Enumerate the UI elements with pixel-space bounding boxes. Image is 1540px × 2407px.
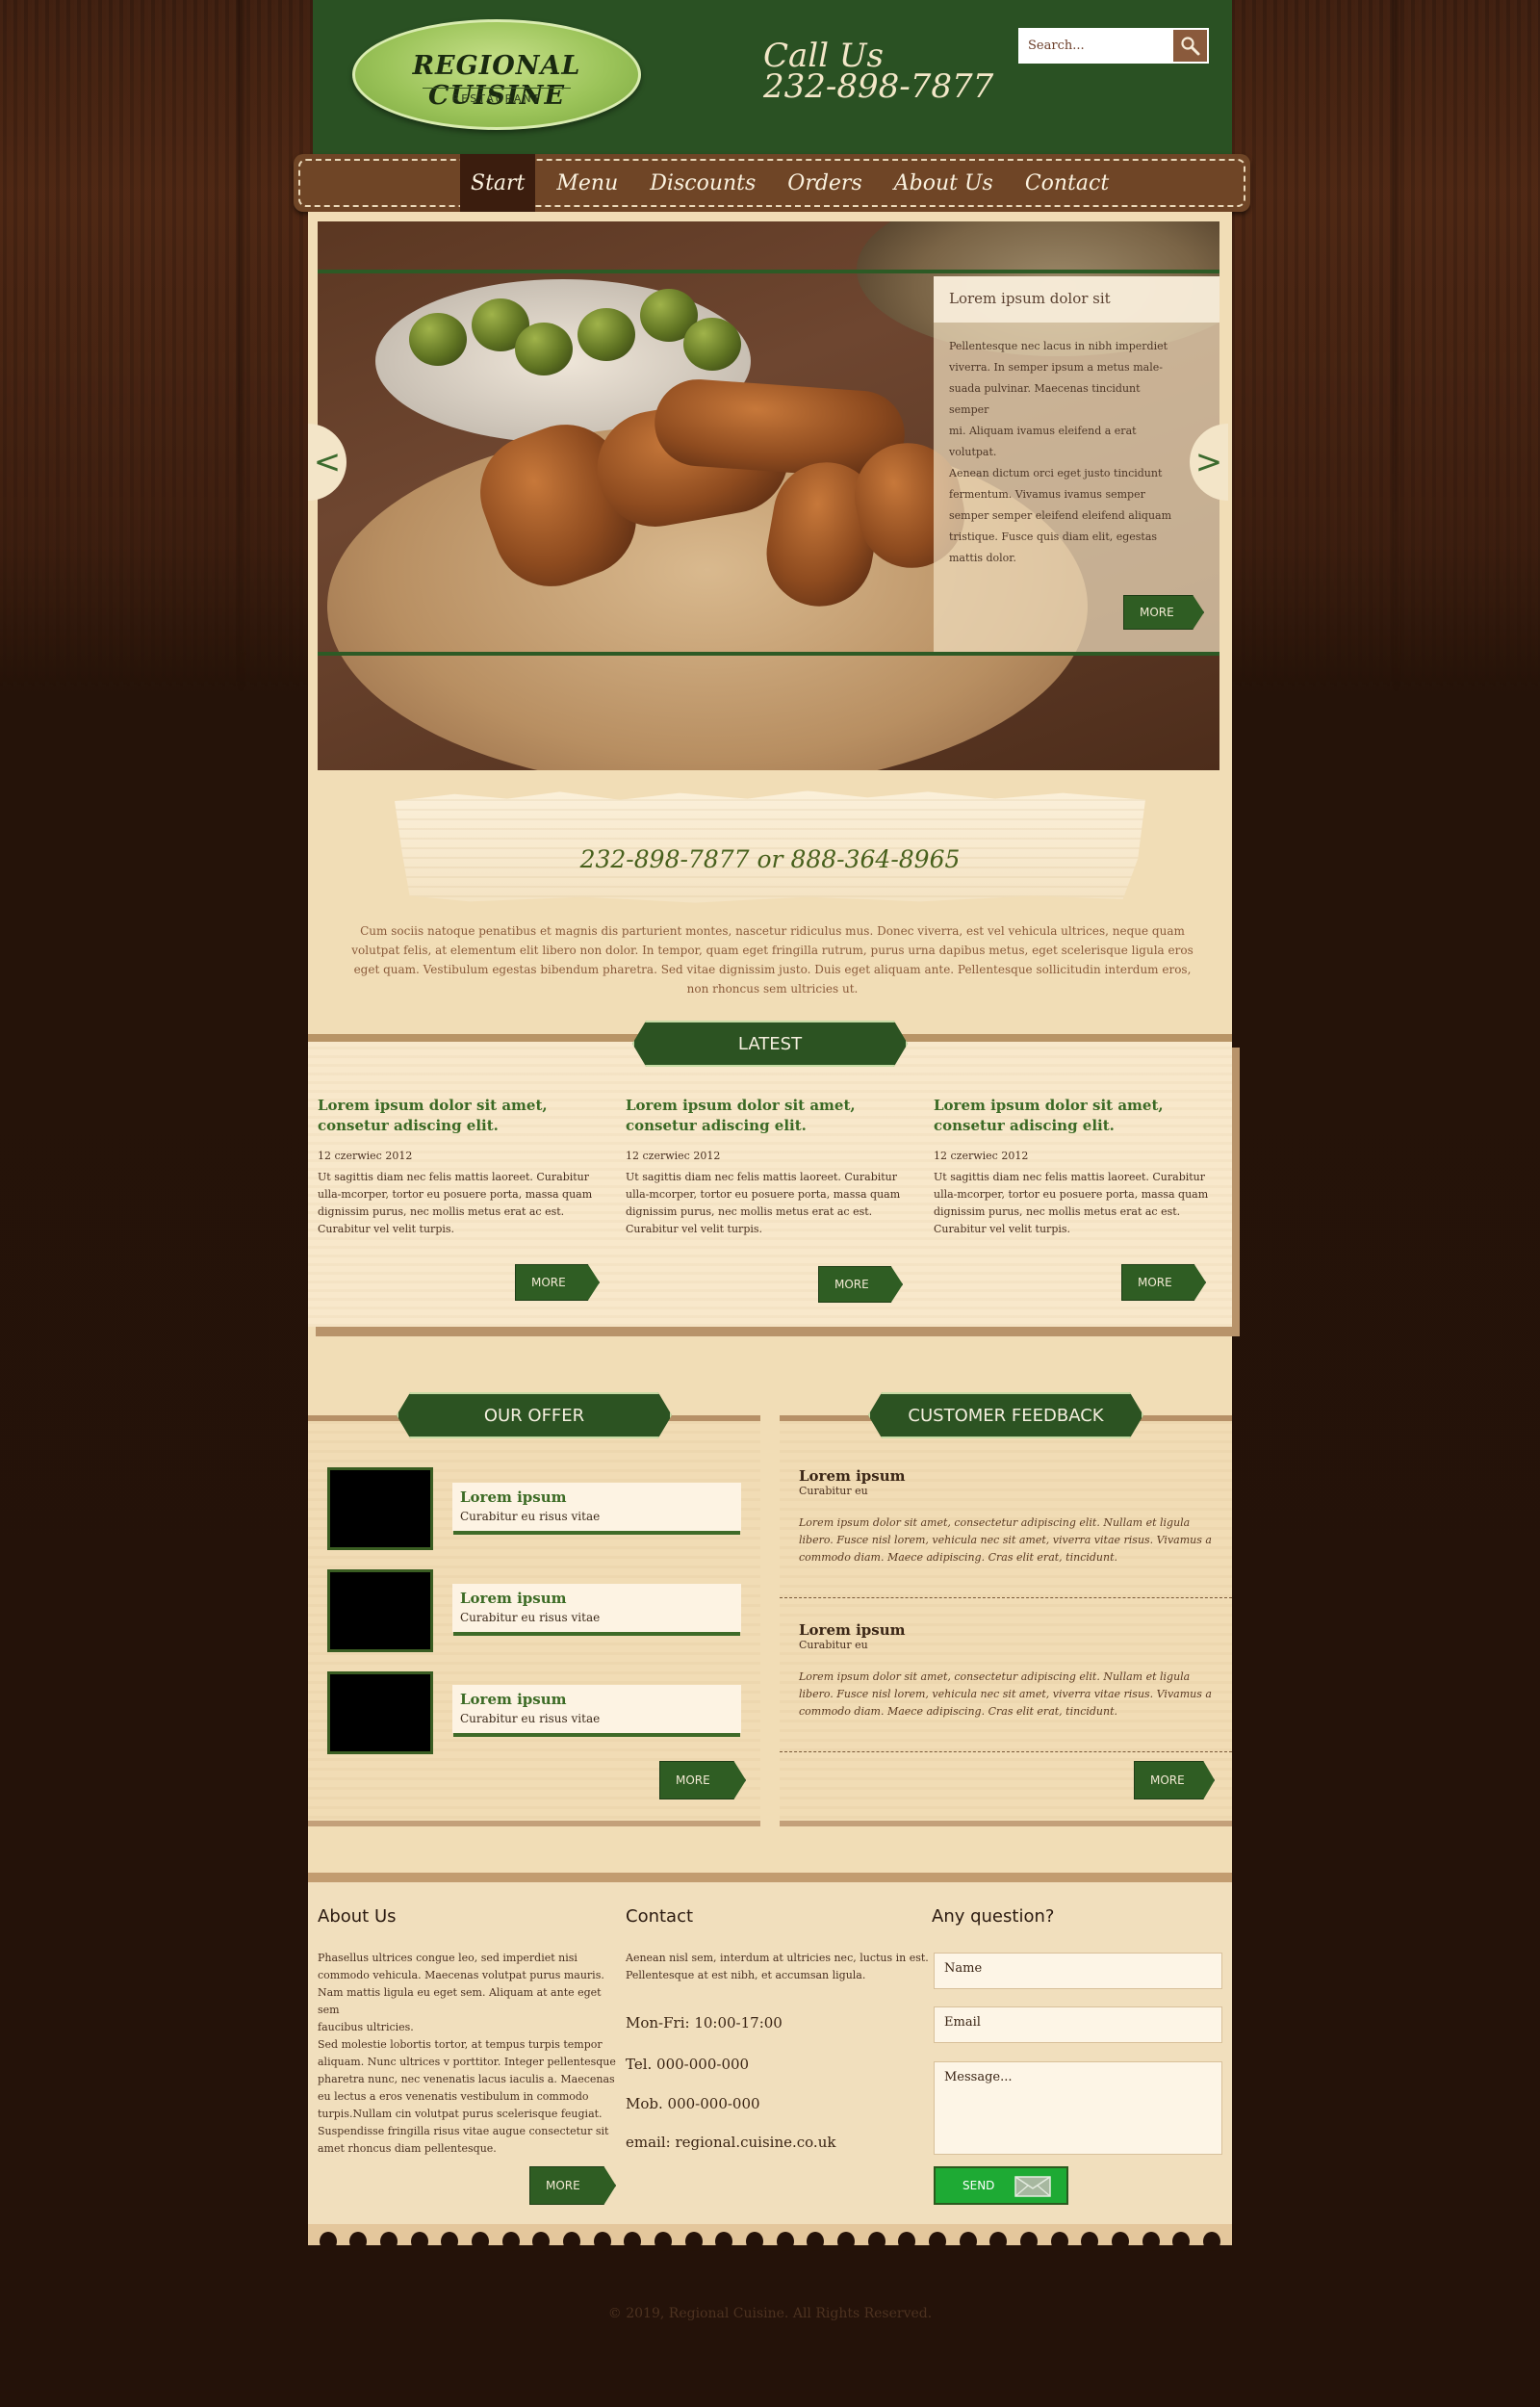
latest-post: Lorem ipsum dolor sit amet, consetur adi… bbox=[934, 1096, 1222, 1238]
call-us-number: 232-898-7877 bbox=[763, 67, 994, 106]
send-label: SEND bbox=[962, 2179, 995, 2192]
post-title[interactable]: Lorem ipsum dolor sit amet, consetur adi… bbox=[318, 1096, 606, 1136]
nav-item-menu[interactable]: Menu bbox=[546, 154, 629, 212]
offer-card[interactable]: Lorem ipsum Curabitur eu risus vitae bbox=[452, 1584, 741, 1632]
post-excerpt: Ut sagittis diam nec felis mattis laoree… bbox=[318, 1171, 593, 1235]
offer-thumbnail[interactable] bbox=[327, 1467, 433, 1550]
feedback-quote: Lorem ipsum dolor sit amet, consectetur … bbox=[799, 1670, 1212, 1718]
feedback-more-button[interactable]: MORE bbox=[1134, 1761, 1215, 1799]
search-icon bbox=[1180, 36, 1199, 55]
our-offer-heading: OUR OFFER bbox=[397, 1392, 672, 1438]
footer-hours: Mon-Fri: 10:00-17:00 bbox=[626, 2014, 783, 2032]
offer-thumbnail[interactable] bbox=[327, 1671, 433, 1754]
post-date: 12 czerwiec 2012 bbox=[934, 1150, 1029, 1162]
call-us-block: Call Us 232-898-7877 bbox=[763, 39, 994, 106]
message-field[interactable]: Message... bbox=[934, 2061, 1222, 2155]
feedback-role: Curabitur eu bbox=[799, 1485, 868, 1497]
footer-about-heading: About Us bbox=[318, 1906, 397, 1927]
slider-bottom-line bbox=[318, 652, 1219, 656]
offer-title: Lorem ipsum bbox=[460, 1488, 567, 1506]
slide-caption-text: Pellentesque nec lacus in nibh imperdiet… bbox=[949, 340, 1172, 564]
post-date: 12 czerwiec 2012 bbox=[318, 1150, 413, 1162]
logo-divider bbox=[423, 88, 571, 89]
offer-subtitle: Curabitur eu risus vitae bbox=[460, 1712, 601, 1725]
post-date: 12 czerwiec 2012 bbox=[626, 1150, 721, 1162]
slide-olive bbox=[683, 318, 741, 371]
offer-card[interactable]: Lorem ipsum Curabitur eu risus vitae bbox=[452, 1685, 741, 1733]
logo-subtitle: RESTAURANT bbox=[451, 92, 542, 105]
post-title[interactable]: Lorem ipsum dolor sit amet, consetur adi… bbox=[934, 1096, 1222, 1136]
feedback-divider bbox=[780, 1597, 1232, 1598]
phone-numbers: 232-898-7877 or 888-364-8965 bbox=[579, 845, 961, 873]
footer-about-text: Phasellus ultrices congue leo, sed imper… bbox=[318, 1952, 616, 2155]
nav-item-contact[interactable]: Contact bbox=[1014, 154, 1119, 212]
hero-slider: Lorem ipsum dolor sit Pellentesque nec l… bbox=[318, 221, 1219, 770]
latest-heading: LATEST bbox=[632, 1021, 908, 1067]
nav-item-start[interactable]: Start bbox=[460, 154, 536, 212]
offer-card[interactable]: Lorem ipsum Curabitur eu risus vitae bbox=[452, 1483, 741, 1531]
feedback-quote: Lorem ipsum dolor sit amet, consectetur … bbox=[799, 1516, 1212, 1564]
customer-feedback-heading: CUSTOMER FEEDBACK bbox=[868, 1392, 1143, 1438]
nav-items: Start Menu Discounts Orders About Us Con… bbox=[460, 154, 1130, 212]
footer-contact-text: Aenean nisl sem, interdum at ultricies n… bbox=[626, 1952, 929, 1981]
search-box bbox=[1018, 28, 1209, 64]
send-button[interactable]: SEND bbox=[934, 2166, 1068, 2205]
slide-olive bbox=[578, 308, 635, 361]
offer-subtitle: Curabitur eu risus vitae bbox=[460, 1611, 601, 1624]
slider-top-line bbox=[318, 270, 1219, 273]
slider-more-button[interactable]: MORE bbox=[1123, 595, 1204, 630]
offer-title: Lorem ipsum bbox=[460, 1691, 567, 1708]
footer-email[interactable]: email: regional.cuisine.co.uk bbox=[626, 2134, 835, 2151]
feedback-divider bbox=[780, 1751, 1232, 1752]
footer-mob: Mob. 000-000-000 bbox=[626, 2095, 760, 2112]
offer-subtitle: Curabitur eu risus vitae bbox=[460, 1510, 601, 1523]
feedback-name: Lorem ipsum bbox=[799, 1467, 906, 1485]
post-more-button[interactable]: MORE bbox=[515, 1264, 600, 1301]
footer-tel: Tel. 000-000-000 bbox=[626, 2056, 750, 2073]
site-logo[interactable]: REGIONAL CUISINE RESTAURANT bbox=[352, 19, 641, 130]
feedback-name: Lorem ipsum bbox=[799, 1621, 906, 1639]
nav-item-orders[interactable]: Orders bbox=[777, 154, 872, 212]
slide-olive bbox=[515, 323, 573, 375]
footer-question-heading: Any question? bbox=[932, 1906, 1055, 1927]
post-more-button[interactable]: MORE bbox=[1121, 1264, 1206, 1301]
footer-scalloped-edge bbox=[308, 2232, 1232, 2251]
footer-about-more-button[interactable]: MORE bbox=[529, 2166, 616, 2205]
search-button[interactable] bbox=[1173, 30, 1207, 62]
email-field[interactable]: Email bbox=[934, 2006, 1222, 2043]
latest-post: Lorem ipsum dolor sit amet, consetur adi… bbox=[626, 1096, 914, 1238]
post-title[interactable]: Lorem ipsum dolor sit amet, consetur adi… bbox=[626, 1096, 914, 1136]
post-more-button[interactable]: MORE bbox=[818, 1266, 903, 1303]
offer-more-button[interactable]: MORE bbox=[659, 1761, 746, 1799]
feedback-item: Lorem ipsum Curabitur eu Lorem ipsum dol… bbox=[799, 1467, 1213, 1566]
latest-post: Lorem ipsum dolor sit amet, consetur adi… bbox=[318, 1096, 606, 1238]
search-input[interactable] bbox=[1020, 30, 1174, 62]
slide-olive bbox=[409, 313, 467, 366]
name-field[interactable]: Name bbox=[934, 1953, 1222, 1989]
nav-item-discounts[interactable]: Discounts bbox=[639, 154, 766, 212]
post-excerpt: Ut sagittis diam nec felis mattis laoree… bbox=[626, 1171, 901, 1235]
feedback-item: Lorem ipsum Curabitur eu Lorem ipsum dol… bbox=[799, 1621, 1213, 1721]
envelope-icon bbox=[1014, 2176, 1051, 2197]
copyright: © 2019, Regional Cuisine. All Rights Res… bbox=[607, 2306, 933, 2321]
main-nav: Start Menu Discounts Orders About Us Con… bbox=[294, 154, 1250, 212]
offer-thumbnail[interactable] bbox=[327, 1569, 433, 1652]
post-excerpt: Ut sagittis diam nec felis mattis laoree… bbox=[934, 1171, 1209, 1235]
feedback-role: Curabitur eu bbox=[799, 1639, 868, 1651]
slide-caption-title: Lorem ipsum dolor sit bbox=[934, 276, 1219, 323]
nav-item-about[interactable]: About Us bbox=[884, 154, 1004, 212]
intro-text: Cum sociis natoque penatibus et magnis d… bbox=[351, 924, 1194, 996]
footer-contact-heading: Contact bbox=[626, 1906, 694, 1927]
offer-title: Lorem ipsum bbox=[460, 1590, 567, 1607]
